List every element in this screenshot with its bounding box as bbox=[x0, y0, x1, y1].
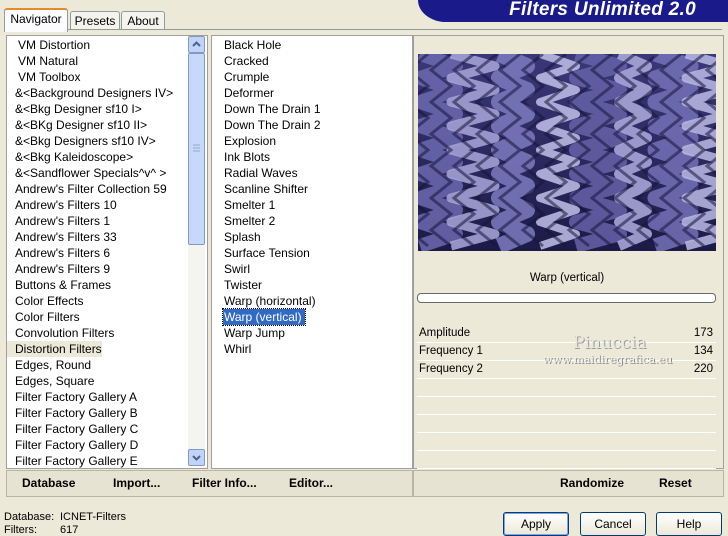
database-button[interactable]: Database bbox=[22, 476, 75, 490]
banner-title: Filters Unlimited 2.0 bbox=[509, 0, 696, 20]
tab-navigator[interactable]: Navigator bbox=[4, 8, 68, 32]
preview-caption: Warp (vertical) bbox=[529, 272, 605, 284]
randomize-button[interactable]: Randomize bbox=[560, 476, 624, 490]
help-button[interactable]: Help bbox=[656, 512, 722, 536]
category-item[interactable]: Color Effects bbox=[7, 293, 83, 309]
filter-item[interactable]: Splash bbox=[223, 229, 264, 245]
category-item[interactable]: Andrew's Filters 6 bbox=[7, 245, 110, 261]
category-scrollbar[interactable] bbox=[188, 36, 205, 466]
tab-presets[interactable]: Presets bbox=[70, 11, 120, 30]
status-database: Database: ICNET-Filters bbox=[4, 511, 126, 523]
filter-item[interactable]: Smelter 2 bbox=[223, 213, 278, 229]
scroll-down-button[interactable] bbox=[188, 449, 205, 466]
param-name: Frequency 1 bbox=[419, 345, 483, 357]
filter-item[interactable]: Black Hole bbox=[223, 37, 284, 53]
filter-item[interactable]: Radial Waves bbox=[223, 165, 301, 181]
watermark-url: www.maidiregrafica.eu bbox=[543, 353, 673, 366]
empty-param-row bbox=[417, 433, 716, 451]
category-item[interactable]: Filter Factory Gallery E bbox=[7, 453, 138, 468]
empty-param-row bbox=[417, 397, 716, 415]
import-button[interactable]: Import... bbox=[113, 476, 160, 490]
filter-item[interactable]: Warp (vertical) bbox=[222, 308, 306, 326]
empty-param-row bbox=[417, 451, 716, 469]
empty-param-row bbox=[417, 415, 716, 433]
filter-info-button[interactable]: Filter Info... bbox=[192, 476, 257, 490]
title-banner: Filters Unlimited 2.0 bbox=[418, 0, 728, 22]
preview-image bbox=[418, 54, 716, 251]
grip-icon bbox=[193, 144, 200, 152]
filter-item[interactable]: Scanline Shifter bbox=[223, 181, 311, 197]
filter-list[interactable]: Black Hole Cracked Crumple Deformer Down The… bbox=[211, 35, 413, 469]
category-item[interactable]: VM Natural bbox=[7, 53, 78, 69]
status-db-value: ICNET-Filters bbox=[60, 511, 126, 523]
filter-item[interactable]: Twister bbox=[223, 277, 265, 293]
reset-button[interactable]: Reset bbox=[659, 476, 692, 490]
category-item[interactable]: Filter Factory Gallery D bbox=[7, 437, 138, 453]
filter-item[interactable]: Warp (horizontal) bbox=[223, 293, 319, 309]
status-filters-label: Filters: bbox=[4, 524, 37, 536]
cancel-button[interactable]: Cancel bbox=[580, 512, 646, 536]
category-item[interactable]: &<Sandflower Specials^v^ > bbox=[7, 165, 166, 181]
tab-about[interactable]: About bbox=[121, 11, 165, 30]
category-item[interactable]: Edges, Square bbox=[7, 373, 94, 389]
param-value[interactable]: 134 bbox=[694, 343, 713, 360]
category-item[interactable]: &<Bkg Kaleidoscope> bbox=[7, 149, 133, 165]
status-filters: Filters: 617 bbox=[4, 524, 78, 536]
filter-item[interactable]: Ink Blots bbox=[223, 149, 273, 165]
param-name: Amplitude bbox=[419, 327, 471, 339]
tab-divider bbox=[6, 29, 722, 30]
editor-button[interactable]: Editor... bbox=[289, 476, 333, 490]
empty-param-row bbox=[417, 379, 716, 397]
param-name: Frequency 2 bbox=[419, 363, 483, 375]
filter-item[interactable]: Whirl bbox=[223, 341, 254, 357]
category-item[interactable]: Buttons & Frames bbox=[7, 277, 111, 293]
filter-item[interactable]: Down The Drain 1 bbox=[223, 101, 324, 117]
category-list[interactable]: VM Distortion VM Natural VM Toolbox &<Backg… bbox=[6, 35, 208, 469]
category-item[interactable]: VM Toolbox bbox=[7, 69, 80, 85]
category-item[interactable]: &<Background Designers IV> bbox=[7, 85, 173, 101]
category-item[interactable]: &<BKg Designer sf10 II> bbox=[7, 117, 147, 133]
param-value[interactable]: 220 bbox=[694, 361, 713, 378]
category-item[interactable]: Edges, Round bbox=[7, 357, 91, 373]
category-item[interactable]: Filter Factory Gallery A bbox=[7, 389, 137, 405]
filter-item[interactable]: Crumple bbox=[223, 69, 272, 85]
category-item[interactable]: VM Distortion bbox=[7, 37, 90, 53]
category-item[interactable]: Andrew's Filter Collection 59 bbox=[7, 181, 167, 197]
category-item[interactable]: Distortion Filters bbox=[7, 341, 102, 357]
category-item[interactable]: Andrew's Filters 33 bbox=[7, 229, 117, 245]
filter-item[interactable]: Cracked bbox=[223, 53, 272, 69]
filter-item[interactable]: Swirl bbox=[223, 261, 253, 277]
category-item[interactable]: Filter Factory Gallery B bbox=[7, 405, 138, 421]
category-item[interactable]: Convolution Filters bbox=[7, 325, 114, 341]
progress-bar bbox=[417, 293, 716, 303]
category-item[interactable]: Color Filters bbox=[7, 309, 80, 325]
scroll-thumb[interactable] bbox=[188, 53, 205, 245]
filter-item[interactable]: Surface Tension bbox=[223, 245, 313, 261]
category-item[interactable]: Filter Factory Gallery C bbox=[7, 421, 138, 437]
filter-item[interactable]: Deformer bbox=[223, 85, 277, 101]
param-row[interactable]: Amplitude 173 bbox=[417, 325, 716, 343]
status-db-label: Database: bbox=[4, 511, 55, 523]
chevron-down-icon bbox=[192, 455, 201, 461]
status-filters-value: 617 bbox=[60, 524, 79, 536]
filter-item[interactable]: Warp Jump bbox=[223, 325, 288, 341]
param-value[interactable]: 173 bbox=[694, 325, 713, 342]
category-item[interactable]: &<Bkg Designer sf10 I> bbox=[7, 101, 142, 117]
filter-item[interactable]: Smelter 1 bbox=[223, 197, 278, 213]
watermark-name: Pinuccia bbox=[573, 333, 647, 353]
chevron-up-icon bbox=[192, 41, 201, 47]
filter-item[interactable]: Explosion bbox=[223, 133, 279, 149]
apply-button[interactable]: Apply bbox=[503, 512, 569, 536]
category-item[interactable]: Andrew's Filters 10 bbox=[7, 197, 117, 213]
category-item[interactable]: Andrew's Filters 9 bbox=[7, 261, 110, 277]
filter-item[interactable]: Down The Drain 2 bbox=[223, 117, 324, 133]
category-item[interactable]: Andrew's Filters 1 bbox=[7, 213, 110, 229]
category-item[interactable]: &<Bkg Designers sf10 IV> bbox=[7, 133, 156, 149]
scroll-up-button[interactable] bbox=[188, 36, 205, 53]
